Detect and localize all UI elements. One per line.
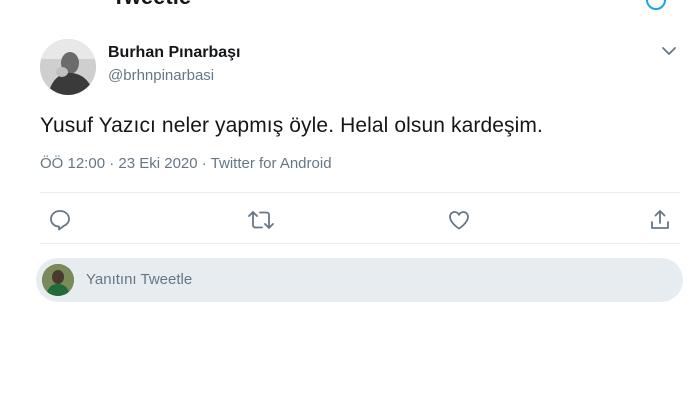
page-title: Tweetle [112, 0, 191, 10]
tweet-page: Tweetle Burhan Pınarbaşı @brhnpinarbasi … [0, 0, 700, 401]
share-icon[interactable] [647, 207, 673, 233]
divider [40, 243, 680, 244]
author-handle[interactable]: @brhnpinarbasi [108, 67, 214, 84]
chevron-down-icon[interactable] [660, 44, 678, 58]
avatar[interactable] [42, 264, 74, 296]
like-icon[interactable] [446, 207, 472, 233]
reply-input[interactable]: Yanıtını Tweetle [36, 258, 683, 302]
tweet-meta[interactable]: ÖÖ 12:00 · 23 Eki 2020 · Twitter for And… [40, 155, 332, 172]
reply-placeholder: Yanıtını Tweetle [86, 271, 193, 288]
avatar[interactable] [40, 39, 96, 95]
reply-avatar-image [42, 264, 74, 296]
sparkle-icon[interactable] [646, 0, 666, 10]
author-name[interactable]: Burhan Pınarbaşı [108, 44, 240, 62]
retweet-icon[interactable] [246, 207, 276, 233]
top-header: Tweetle [0, 0, 700, 20]
reply-icon[interactable] [47, 207, 73, 233]
divider [40, 192, 680, 193]
avatar-image [40, 39, 96, 95]
tweet-text: Yusuf Yazıcı neler yapmış öyle. Helal ol… [40, 114, 543, 137]
